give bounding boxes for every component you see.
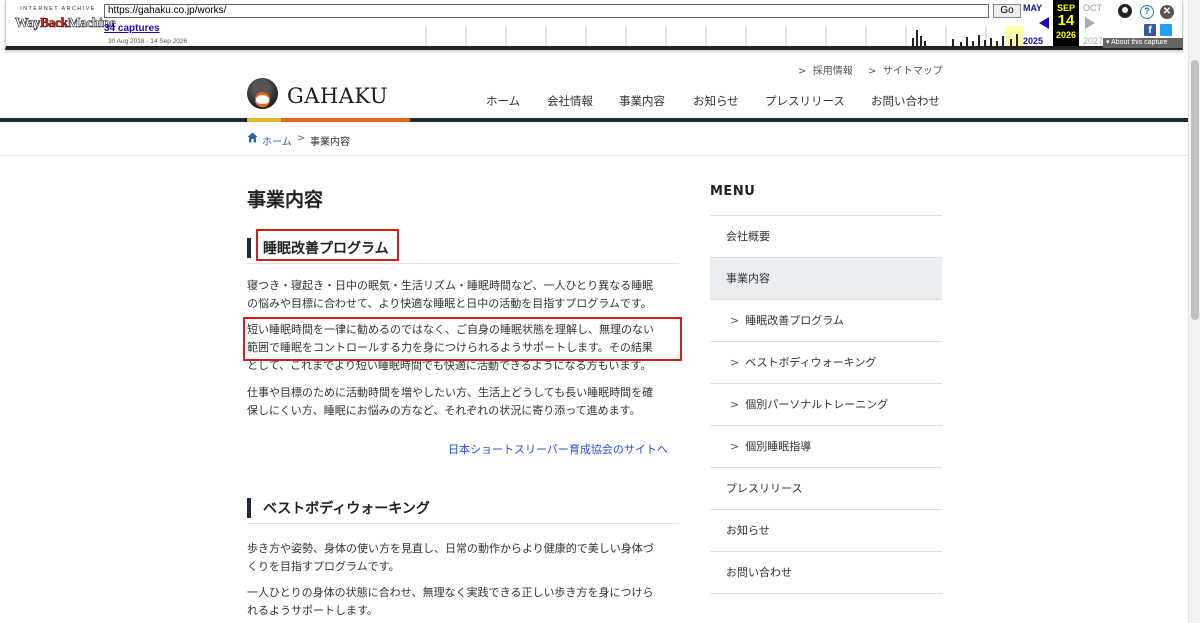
utility-link-sitemap-label: サイトマップ: [882, 66, 943, 77]
help-icon[interactable]: ?: [1140, 5, 1154, 19]
section-heading-walking: ベストボディウォーキング: [247, 496, 679, 524]
section-heading-bar: [247, 238, 251, 258]
text-line: くりを目指すプログラムです。: [247, 560, 400, 573]
wayback-capture-sparkline[interactable]: [420, 26, 1024, 46]
wayback-prev-year[interactable]: 2025: [1023, 36, 1043, 46]
breadcrumb: [0, 122, 1188, 156]
wayback-date-range: 30 Aug 2018 - 14 Sep 2026: [108, 38, 188, 45]
sidebar-item-label: 会社概要: [726, 230, 770, 243]
sidebar-item-press[interactable]: プレスリリース: [710, 468, 942, 510]
utility-link-recruit-label: 採用情報: [812, 66, 853, 77]
wayback-logo-caption: INTERNET ARCHIVE: [20, 6, 96, 12]
highlight-box-paragraph: [243, 317, 682, 361]
sidebar-item-contact[interactable]: お問い合わせ: [710, 552, 942, 594]
sidebar-item-works[interactable]: 事業内容: [710, 258, 942, 300]
text-line: 寝つき・寝起き・日中の眠気・生活リズム・睡眠時間など、一人ひとり異なる睡眠: [247, 279, 654, 292]
nav-item-press[interactable]: プレスリリース: [765, 93, 845, 109]
breadcrumb-current: 事業内容: [310, 137, 350, 148]
text-line: 歩き方や姿勢、身体の使い方を見直し、日常の動作からより健康的で美しい身体づ: [247, 542, 654, 555]
wayback-url-input[interactable]: https://gahaku.co.jp/works/: [104, 4, 989, 18]
wayback-current-date: SEP 14 2026: [1053, 0, 1079, 46]
chevron-right-icon: >: [730, 356, 740, 369]
utility-nav: > 採用情報 > サイトマップ: [0, 62, 1188, 77]
section2-paragraph-2: 一人ひとりの身体の状態に合わせ、無理なく実践できる正しい歩き方を身につけら れる…: [247, 584, 679, 620]
nav-item-news[interactable]: お知らせ: [693, 93, 739, 109]
wayback-prev-month[interactable]: MAY: [1023, 3, 1042, 13]
breadcrumb-home[interactable]: ホーム: [262, 133, 292, 148]
chevron-right-icon: >: [730, 398, 740, 411]
sidebar-item-label: 睡眠改善プログラム: [745, 314, 844, 327]
utility-link-recruit[interactable]: > 採用情報: [798, 62, 853, 77]
sidebar-item-label: お問い合わせ: [726, 566, 792, 579]
chevron-right-icon: >: [730, 314, 740, 327]
wayback-about-capture[interactable]: ▾ About this capture: [1103, 38, 1183, 48]
sidebar-item-sleep-guidance[interactable]: > 個別睡眠指導: [710, 426, 942, 468]
wayback-logo-wordmark: WayBackMachine: [15, 15, 116, 31]
home-icon[interactable]: [247, 132, 258, 143]
wayback-next-arrow-icon[interactable]: [1085, 17, 1095, 29]
wayback-next-year[interactable]: 2027: [1083, 36, 1103, 46]
sidebar-item-label: プレスリリース: [726, 482, 803, 495]
text-line: 保しにくい方、睡眠にお悩みの方など、それぞれの状況に寄り添って進めます。: [247, 404, 641, 417]
wayback-toolbar: INTERNET ARCHIVE WayBackMachine https://…: [5, 0, 1183, 50]
logo-text: GAHAKU: [287, 84, 389, 108]
sidebar-item-label: 個別パーソナルトレーニング: [745, 398, 889, 411]
section-heading-bar: [247, 498, 251, 518]
logo-mark-icon: [247, 78, 278, 109]
wayback-current-year: 2026: [1055, 30, 1077, 40]
breadcrumb-separator: >: [297, 133, 306, 144]
close-icon[interactable]: ✕: [1160, 5, 1174, 19]
wayback-go-button[interactable]: Go: [993, 4, 1021, 18]
scrollbar-thumb[interactable]: [1191, 60, 1199, 320]
facebook-icon[interactable]: f: [1144, 24, 1156, 36]
wayback-about-label: About this capture: [1111, 39, 1168, 46]
section-heading-walking-text: ベストボディウォーキング: [263, 501, 430, 517]
sidebar-item-sleep-program[interactable]: > 睡眠改善プログラム: [710, 300, 942, 342]
sidebar-item-label: 個別睡眠指導: [745, 440, 812, 453]
utility-link-sitemap[interactable]: > サイトマップ: [868, 62, 943, 77]
page-scrollbar[interactable]: [1188, 0, 1200, 623]
user-icon[interactable]: [1118, 4, 1132, 18]
external-site-link[interactable]: 日本ショートスリーパー育成協会のサイトへ: [448, 441, 668, 457]
text-line: れるようサポートします。: [247, 604, 378, 617]
site-logo[interactable]: GAHAKU: [247, 78, 397, 112]
sidebar-item-label: ベストボディウォーキング: [745, 356, 877, 369]
wayback-captures-link[interactable]: 34 captures: [104, 23, 160, 34]
wayback-current-day: 14: [1057, 12, 1075, 29]
nav-item-works[interactable]: 事業内容: [619, 93, 665, 109]
wayback-logo[interactable]: INTERNET ARCHIVE WayBackMachine: [15, 6, 116, 31]
text-line: 一人ひとりの身体の状態に合わせ、無理なく実践できる正しい歩き方を身につけら: [247, 586, 654, 599]
nav-item-contact[interactable]: お問い合わせ: [871, 93, 940, 109]
nav-item-home[interactable]: ホーム: [486, 93, 520, 109]
nav-item-company[interactable]: 会社情報: [547, 93, 593, 109]
sidebar-menu: 会社概要 事業内容 > 睡眠改善プログラム > ベストボディウォーキング > 個別パー…: [710, 215, 942, 594]
wayback-logo-way: Way: [15, 15, 41, 31]
chevron-right-icon: >: [730, 440, 740, 453]
wayback-calendar: MAY SEP 14 2026 OCT 2025 2027: [1021, 0, 1111, 46]
text-line: 仕事や目標のために活動時間を増やしたい方、生活上どうしても長い睡眠時間を確: [247, 386, 654, 399]
sidebar-item-label: 事業内容: [726, 272, 770, 285]
twitter-icon[interactable]: [1160, 24, 1172, 36]
section1-paragraph-3: 仕事や目標のために活動時間を増やしたい方、生活上どうしても長い睡眠時間を確 保し…: [247, 384, 679, 420]
highlight-box-heading: [256, 229, 399, 261]
sidebar-item-best-body-walking[interactable]: > ベストボディウォーキング: [710, 342, 942, 384]
wayback-next-month[interactable]: OCT: [1083, 3, 1102, 13]
wayback-logo-back: Back: [40, 15, 69, 31]
sidebar-item-company-overview[interactable]: 会社概要: [710, 216, 942, 258]
page-title: 事業内容: [247, 189, 324, 211]
sidebar-item-news[interactable]: お知らせ: [710, 510, 942, 552]
sidebar-item-personal-training[interactable]: > 個別パーソナルトレーニング: [710, 384, 942, 426]
wayback-prev-arrow-icon[interactable]: [1039, 17, 1049, 29]
section2-paragraph-1: 歩き方や姿勢、身体の使い方を見直し、日常の動作からより健康的で美しい身体づ くり…: [247, 540, 679, 576]
sidebar-title: MENU: [710, 184, 756, 199]
sidebar-item-label: お知らせ: [726, 524, 770, 537]
text-line: の悩みや目標に合わせて、より快適な睡眠と日中の活動を目指すプログラムです。: [247, 297, 652, 310]
section1-paragraph-1: 寝つき・寝起き・日中の眠気・生活リズム・睡眠時間など、一人ひとり異なる睡眠 の悩…: [247, 277, 679, 313]
